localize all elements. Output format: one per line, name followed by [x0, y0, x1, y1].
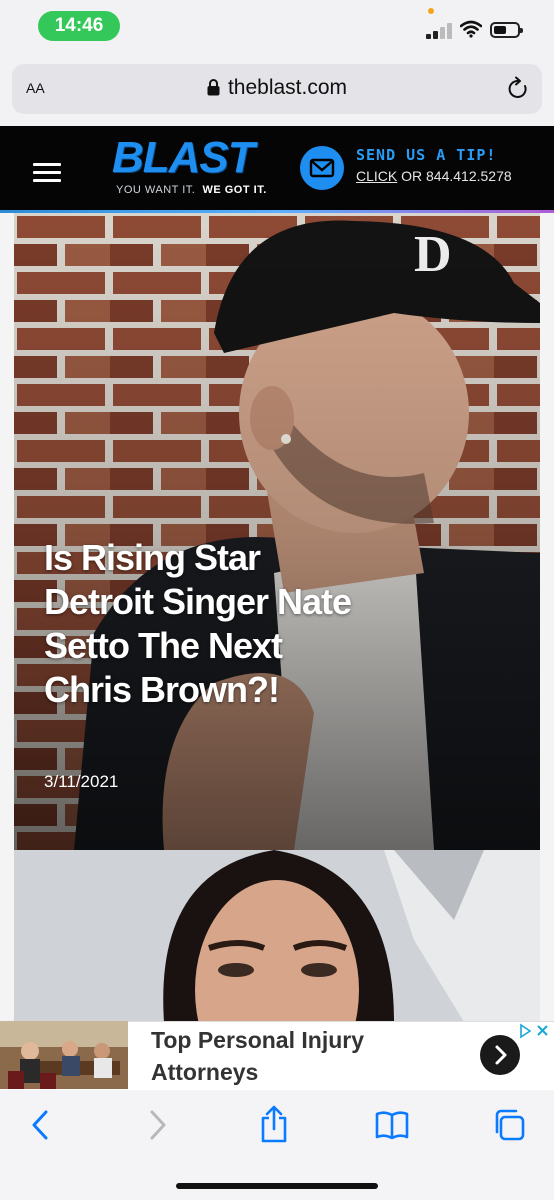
bookmarks-icon[interactable] — [374, 1110, 410, 1140]
url-display[interactable]: theblast.com — [12, 76, 542, 100]
send-tip-title[interactable]: SEND US A TIP! — [356, 146, 496, 164]
site-logo[interactable]: BLAST YOU WANT IT. WE GOT IT. — [112, 136, 282, 204]
back-icon[interactable] — [28, 1108, 52, 1142]
tabs-icon[interactable] — [492, 1108, 526, 1142]
share-icon[interactable] — [258, 1104, 290, 1144]
address-bar[interactable]: AA theblast.com — [12, 64, 542, 114]
logo-word: BLAST — [112, 133, 255, 182]
tagline-part1: YOU WANT IT. — [116, 184, 196, 196]
adchoices-icon[interactable] — [518, 1022, 552, 1040]
cellular-signal-icon — [426, 22, 456, 39]
article-photo: D — [14, 213, 540, 850]
article-card-image[interactable]: D — [14, 213, 540, 850]
tip-click-link[interactable]: CLICK — [356, 168, 397, 184]
ad-image[interactable] — [0, 1021, 128, 1089]
tip-phone: OR 844.412.5278 — [401, 168, 512, 184]
privacy-indicator-dot — [428, 8, 434, 14]
tip-contact-line: CLICK OR 844.412.5278 — [356, 168, 512, 184]
reload-icon[interactable] — [506, 76, 530, 102]
ad-next-button[interactable] — [480, 1035, 520, 1075]
article-card-image-2[interactable] — [14, 850, 540, 1022]
home-indicator[interactable] — [176, 1183, 378, 1189]
forward-icon[interactable] — [146, 1108, 170, 1142]
menu-icon[interactable] — [33, 163, 61, 183]
article-photo-2 — [14, 850, 540, 1022]
wifi-icon — [460, 20, 482, 38]
lock-icon — [207, 79, 220, 96]
status-time[interactable]: 14:46 — [38, 11, 120, 41]
logo-tagline: YOU WANT IT. WE GOT IT. — [116, 184, 267, 196]
article-date: 3/11/2021 — [44, 772, 119, 791]
article-headline[interactable]: Is Rising Star Detroit Singer Nate Setto… — [44, 536, 374, 712]
ad-headline[interactable]: Top Personal Injury Attorneys — [151, 1024, 451, 1088]
url-text: theblast.com — [227, 76, 348, 99]
tagline-part2: WE GOT IT. — [202, 184, 267, 196]
chevron-right-icon — [495, 1045, 507, 1065]
battery-icon — [490, 22, 523, 38]
mail-icon[interactable] — [300, 146, 344, 190]
